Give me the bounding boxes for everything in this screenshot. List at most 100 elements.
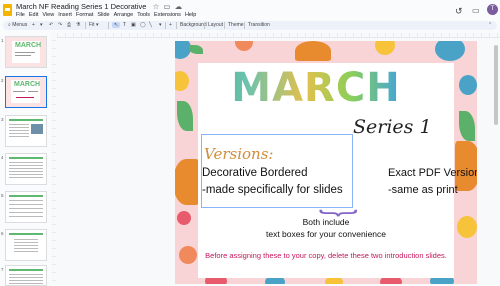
leaf-decoration <box>189 45 203 54</box>
vertical-scrollbar[interactable] <box>494 45 498 125</box>
cloud-status-icon[interactable]: ☁ <box>175 2 183 11</box>
butterfly-decoration <box>175 159 199 205</box>
flower-decoration <box>175 71 189 91</box>
thumb-text-block <box>9 274 43 284</box>
flower-decoration <box>177 211 191 225</box>
ruler-horizontal <box>57 33 500 38</box>
zoom-select[interactable]: Fit ▾ <box>89 21 98 30</box>
flower-decoration <box>235 41 253 51</box>
slide-thumbnail-1[interactable]: MARCH <box>5 36 47 68</box>
flower-decoration <box>435 41 465 61</box>
thumb-header <box>9 119 43 121</box>
slide-canvas[interactable]: MARCH Series 1 Versions: Decorative Bord… <box>175 41 477 284</box>
line-dropdown-icon[interactable]: ▾ <box>159 21 162 30</box>
menu-tools[interactable]: Tools <box>137 12 150 18</box>
menu-format[interactable]: Format <box>76 12 93 18</box>
decorative-version-title[interactable]: Decorative Bordered <box>202 167 307 179</box>
print-icon[interactable]: ⎙ <box>67 21 71 30</box>
zoom-value: Fit <box>89 22 95 28</box>
thumb-text-line <box>13 91 25 92</box>
thumb-text-line <box>16 97 34 98</box>
avatar[interactable]: T <box>487 4 498 15</box>
document-title[interactable]: March NF Reading Series 1 Decorative ☆ ▭… <box>16 2 182 11</box>
new-slide-button[interactable]: + <box>32 21 35 30</box>
menu-bar: File Edit View Insert Format Slide Arrange Tool… <box>16 12 200 18</box>
decorative-version-note[interactable]: -made specifically for slides <box>202 184 343 196</box>
flower-decoration <box>375 41 395 55</box>
add-comment-icon[interactable]: + <box>169 21 172 30</box>
toolbar-divider <box>85 22 86 29</box>
thumb-header <box>9 233 43 235</box>
background-button[interactable]: Background <box>180 21 207 30</box>
shape-icon[interactable]: ◯ <box>140 21 146 30</box>
both-include-text[interactable]: Both include <box>198 217 454 227</box>
versions-heading[interactable]: Versions: <box>204 145 273 163</box>
thumb-text-block <box>14 239 38 253</box>
slide-number: 6 <box>1 231 4 236</box>
slide-thumbnail-2[interactable]: MARCH <box>5 76 47 108</box>
slide-thumbnail-7[interactable] <box>5 265 47 286</box>
delete-warning-text[interactable]: Before assigning these to your copy, del… <box>198 251 454 260</box>
layout-button[interactable]: Layout <box>208 21 223 30</box>
thumb-text-block <box>9 200 43 218</box>
slide-number: 5 <box>1 193 4 198</box>
new-slide-dropdown-icon[interactable]: ▾ <box>40 21 43 30</box>
thumb-text-line <box>15 55 31 56</box>
slide-number: 3 <box>1 117 4 122</box>
line-icon[interactable]: ╲ <box>149 21 152 30</box>
comments-icon[interactable]: ▭ <box>472 6 480 15</box>
menu-insert[interactable]: Insert <box>58 12 72 18</box>
textbox-icon[interactable]: T <box>123 21 126 30</box>
select-tool[interactable]: ↖ <box>112 21 121 30</box>
slide-thumbnail-4[interactable] <box>5 153 47 185</box>
slide-number: 4 <box>1 155 4 160</box>
slide-thumbnail-6[interactable] <box>5 229 47 261</box>
butterfly-decoration <box>295 41 331 61</box>
menu-help[interactable]: Help <box>185 12 196 18</box>
menu-edit[interactable]: Edit <box>29 12 38 18</box>
slides-logo-icon[interactable] <box>3 4 12 16</box>
slide-number: 2 <box>1 78 4 83</box>
flower-decoration <box>457 216 477 238</box>
undo-icon[interactable]: ↶ <box>49 21 53 30</box>
thumb-header <box>9 157 43 159</box>
collapse-toolbar-icon[interactable]: ⌃ <box>488 21 492 30</box>
toolbar-divider <box>224 22 225 29</box>
pdf-version-title[interactable]: Exact PDF Version <box>388 167 477 179</box>
document-title-text[interactable]: March NF Reading Series 1 Decorative <box>16 2 146 11</box>
redo-icon[interactable]: ↷ <box>58 21 62 30</box>
thumb-header <box>9 195 43 197</box>
menu-extensions[interactable]: Extensions <box>154 12 181 18</box>
image-icon[interactable]: ▣ <box>131 21 136 30</box>
toolbar-divider <box>204 22 205 29</box>
slide-subtitle[interactable]: Series 1 <box>353 116 432 138</box>
slide-content-card: MARCH Series 1 Versions: Decorative Bord… <box>198 63 477 278</box>
theme-button[interactable]: Theme <box>228 21 244 30</box>
curly-brace-icon: } <box>319 209 365 217</box>
menu-view[interactable]: View <box>42 12 54 18</box>
toolbar-divider <box>244 22 245 29</box>
thumb-text-block <box>9 124 29 138</box>
toolbar-divider <box>108 22 109 29</box>
pdf-version-note[interactable]: -same as print <box>388 184 458 196</box>
leaf-decoration <box>177 101 193 131</box>
text-boxes-text[interactable]: text boxes for your convenience <box>198 229 454 239</box>
slide-thumbnail-5[interactable] <box>5 191 47 223</box>
thumb-title: MARCH <box>14 81 41 88</box>
slide-title[interactable]: MARCH <box>198 65 434 111</box>
slide-thumbnail-3[interactable] <box>5 115 47 147</box>
search-menus[interactable]: ⌕ Menus <box>8 21 27 30</box>
paint-format-icon[interactable]: ⚗ <box>76 21 80 30</box>
search-icon: ⌕ <box>8 22 11 28</box>
menu-file[interactable]: File <box>16 12 25 18</box>
menu-arrange[interactable]: Arrange <box>114 12 134 18</box>
thumb-text-line <box>15 52 35 53</box>
history-icon[interactable]: ↺ <box>455 6 463 17</box>
flower-decoration <box>459 75 477 95</box>
move-folder-icon[interactable]: ▭ <box>163 2 170 11</box>
slide-number: 7 <box>1 267 4 272</box>
thumb-header <box>9 269 43 271</box>
transition-button[interactable]: Transition <box>248 21 270 30</box>
star-icon[interactable]: ☆ <box>153 2 160 11</box>
menu-slide[interactable]: Slide <box>97 12 109 18</box>
